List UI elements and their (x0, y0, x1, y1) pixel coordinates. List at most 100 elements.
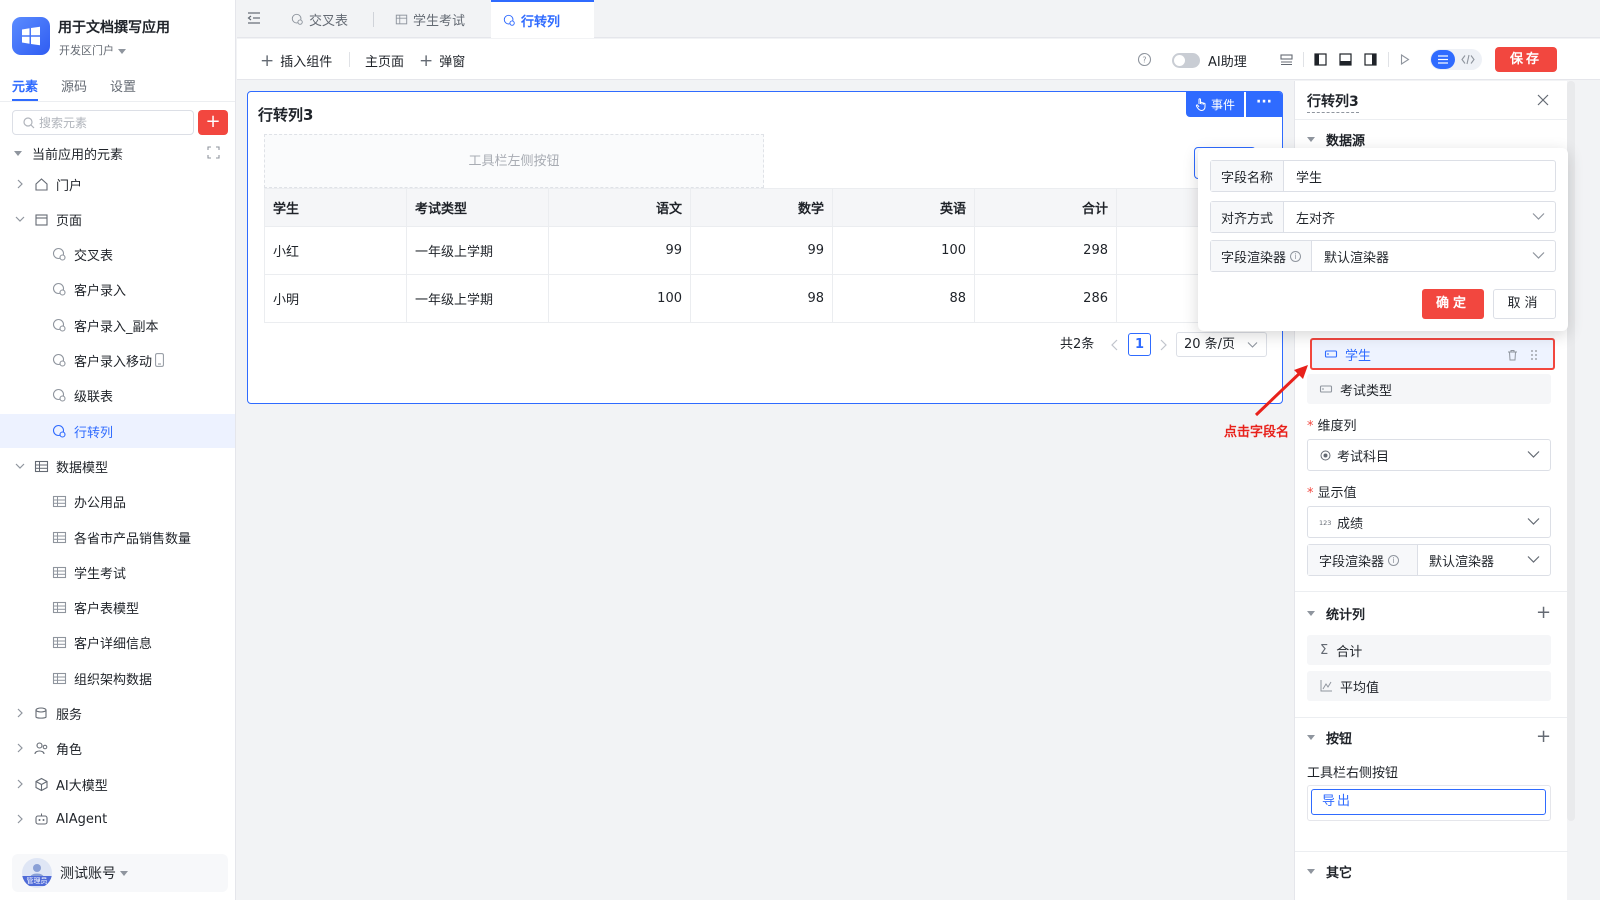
row-field-exam-type[interactable]: 考试类型 (1307, 374, 1551, 404)
prev-page-icon[interactable] (1110, 339, 1120, 351)
sidebar-item-customer-entry[interactable]: 客户录入 (52, 272, 235, 306)
right-panel-icon[interactable] (1363, 52, 1378, 67)
page-gear-icon (52, 282, 66, 296)
pager-current-page[interactable]: 1 (1128, 333, 1151, 356)
next-page-icon[interactable] (1158, 339, 1168, 351)
sidebar-item-row-to-column[interactable]: 行转列 (0, 414, 235, 448)
field-name-row[interactable]: 字段名称 (1210, 160, 1556, 192)
section-current-app[interactable]: 当前应用的元素 (12, 136, 228, 170)
portal-switcher[interactable]: 开发区门户 (59, 42, 126, 58)
trash-icon[interactable] (1507, 349, 1518, 361)
tab-settings[interactable]: 设置 (110, 76, 136, 95)
play-icon[interactable] (1397, 52, 1412, 67)
layout-icon[interactable] (1279, 52, 1294, 67)
drag-handle-icon[interactable] (1530, 349, 1538, 361)
bottom-panel-icon[interactable] (1338, 52, 1353, 67)
insert-component-button[interactable]: + 插入组件 (260, 51, 332, 70)
sidebar-item-student-exam[interactable]: 学生考试 (52, 555, 235, 589)
info-icon[interactable]: i (1388, 554, 1400, 566)
table-row[interactable]: 小红 一年级上学期 99 99 100 298 (264, 226, 1267, 275)
sidebar-item-label: 客户录入 (74, 283, 127, 299)
dimension-select[interactable]: 考试科目 (1307, 439, 1551, 471)
design-mode-option[interactable] (1431, 50, 1455, 69)
sidebar-item-customer-model[interactable]: 客户表模型 (52, 590, 235, 624)
sidebar-item-customer-entry-mobile[interactable]: 客户录入移动 (52, 343, 235, 377)
toolbar-left-placeholder[interactable]: 工具栏左侧按钮 (264, 134, 764, 188)
close-icon[interactable] (1536, 93, 1550, 107)
view-mode-switch[interactable] (1430, 49, 1482, 70)
sidebar-item-portal[interactable]: 门户 (14, 167, 249, 201)
add-element-button[interactable]: + (198, 110, 228, 135)
confirm-button[interactable]: 确定 (1422, 289, 1484, 319)
left-panel-icon[interactable] (1313, 52, 1328, 67)
sidebar-item-roles[interactable]: 角色 (14, 731, 249, 765)
collapse-sidebar-icon[interactable] (247, 11, 261, 25)
sidebar-item-ai-model[interactable]: AI大模型 (14, 767, 249, 801)
more-button[interactable]: ··· (1246, 92, 1282, 117)
add-button-icon[interactable]: + (1536, 728, 1551, 746)
sidebar-item-crosstab[interactable]: 交叉表 (52, 237, 235, 271)
sidebar-item-data-models[interactable]: 数据模型 (14, 449, 249, 483)
section-other[interactable]: 其它 (1307, 862, 1352, 881)
plus-icon: + (260, 50, 275, 71)
sidebar-item-org-data[interactable]: 组织架构数据 (52, 661, 235, 695)
page-size-select[interactable]: 20 条/页 (1176, 332, 1267, 357)
column-header[interactable]: 英语 (832, 188, 975, 227)
row-field-student[interactable]: 学生 (1310, 338, 1555, 370)
renderer-select[interactable]: 字段渲染器 i 默认渲染器 (1210, 240, 1556, 272)
section-stats[interactable]: 统计列 (1307, 604, 1365, 623)
caret-down-icon (118, 48, 126, 54)
sidebar-item-label: 各省市产品销售数量 (74, 531, 192, 547)
tab-source[interactable]: 源码 (61, 76, 87, 95)
sidebar-item-pages[interactable]: 页面 (14, 202, 249, 236)
column-header[interactable]: 语文 (548, 188, 691, 227)
table-cell: 小明 (264, 274, 407, 323)
sidebar-item-customer-details[interactable]: 客户详细信息 (52, 625, 235, 659)
column-header[interactable]: 考试类型 (406, 188, 549, 227)
panel-scrollbar[interactable] (1567, 81, 1575, 821)
sidebar-item-customer-entry-copy[interactable]: 客户录入_副本 (52, 308, 235, 342)
search-box[interactable] (12, 110, 194, 135)
align-select[interactable]: 对齐方式 左对齐 (1210, 201, 1556, 233)
add-stat-icon[interactable]: + (1536, 604, 1551, 622)
save-button[interactable]: 保存 (1495, 47, 1557, 72)
field-name-input[interactable] (1284, 161, 1555, 191)
column-header[interactable]: 合计 (974, 188, 1117, 227)
sidebar-item-office-supplies[interactable]: 办公用品 (52, 484, 235, 518)
column-header[interactable]: 学生 (264, 188, 407, 227)
stat-item-average[interactable]: 平均值 (1307, 671, 1551, 701)
database-icon (35, 706, 47, 719)
section-buttons[interactable]: 按钮 (1307, 728, 1352, 747)
row-to-column-component[interactable]: 行转列3 事件 ··· 工具栏左侧按钮 学生 考试类型 语文 数学 英语 合计 … (247, 91, 1283, 404)
search-input[interactable] (39, 114, 189, 132)
main-page-button[interactable]: 主页面 (365, 51, 404, 70)
event-button[interactable]: 事件 (1186, 92, 1244, 117)
display-select[interactable]: 123 成绩 (1307, 506, 1551, 538)
info-icon[interactable]: i (1290, 250, 1302, 262)
panel-title[interactable]: 行转列3 (1307, 91, 1359, 113)
sidebar-item-ai-agent[interactable]: AIAgent (14, 802, 249, 836)
account-menu[interactable]: 管理员 测试账号 (12, 854, 228, 892)
chevron-down-icon (15, 463, 25, 469)
locate-icon[interactable] (207, 146, 220, 159)
tab-crosstab[interactable]: 交叉表 (283, 0, 356, 38)
ai-assistant-toggle[interactable] (1172, 53, 1200, 68)
sidebar-item-label: 学生考试 (74, 566, 127, 582)
cancel-button[interactable]: 取消 (1493, 289, 1556, 319)
export-button[interactable]: 导出 (1311, 789, 1546, 815)
display-renderer-select[interactable]: 字段渲染器 i 默认渲染器 (1307, 544, 1551, 576)
table-row[interactable]: 小明 一年级上学期 100 98 88 286 (264, 274, 1267, 323)
help-icon[interactable]: ? (1137, 52, 1152, 67)
sidebar-item-cascade-table[interactable]: 级联表 (52, 378, 235, 412)
tab-row-to-column[interactable]: 行转列 (491, 0, 594, 38)
stat-item-sum[interactable]: Σ 合计 (1307, 635, 1551, 665)
portal-name: 开发区门户 (59, 44, 114, 57)
column-header[interactable]: 数学 (690, 188, 833, 227)
sidebar-item-province-sales[interactable]: 各省市产品销售数量 (52, 520, 235, 554)
section-datasource[interactable]: 数据源 (1307, 130, 1365, 149)
popup-button[interactable]: + 弹窗 (419, 51, 465, 70)
code-icon[interactable] (1461, 54, 1475, 65)
sidebar-item-services[interactable]: 服务 (14, 696, 249, 730)
tab-elements[interactable]: 元素 (12, 76, 39, 101)
tab-student-exam[interactable]: 学生考试 (387, 0, 473, 38)
